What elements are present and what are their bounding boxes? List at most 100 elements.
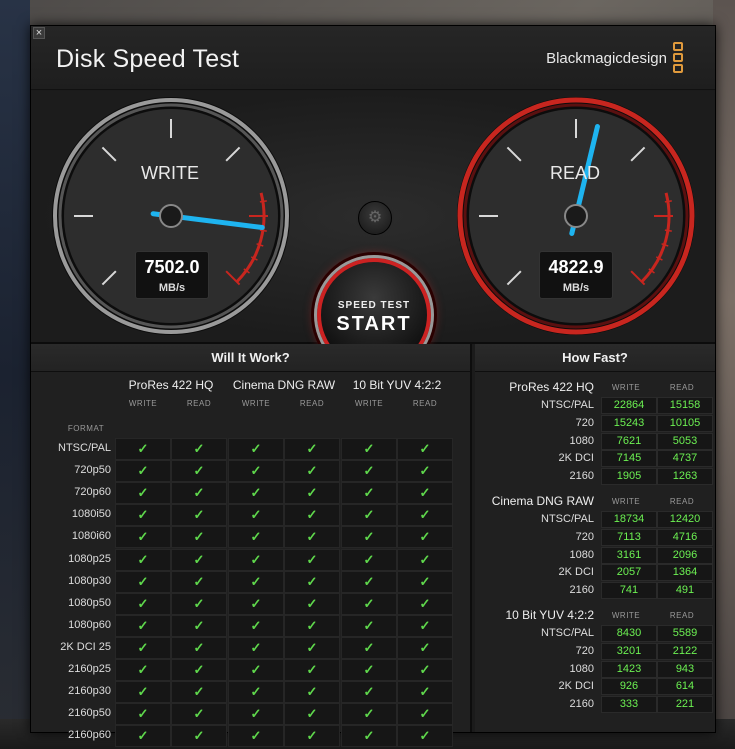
check-icon: ✓ [306,595,318,611]
read-fps-value: 2096 [672,548,698,561]
read-subheader: READ [669,383,695,392]
format-label: NTSC/PAL [58,442,111,454]
check-icon: ✓ [193,639,205,655]
read-gauge-label: READ [549,163,600,183]
check-icon: ✓ [137,617,149,633]
will-it-work-title: Will It Work? [31,344,470,372]
check-icon: ✓ [193,706,205,722]
check-icon: ✓ [250,485,262,501]
read-readout: 4822.9 MB/s [539,251,613,299]
check-icon: ✓ [419,573,431,589]
codec-header: 10 Bit YUV 4:2:2 [352,378,442,392]
codec-header: Cinema DNG RAW [232,378,336,392]
check-icon: ✓ [419,485,431,501]
write-fps-value: 22864 [613,399,645,411]
read-fps-value: 1364 [672,566,698,579]
check-icon: ✓ [250,463,262,479]
write-fps-value: 333 [619,698,639,711]
write-fps-value: 1905 [616,470,642,483]
check-icon: ✓ [137,529,149,545]
write-readout: 7502.0 MB/s [135,251,209,299]
format-label: 720p50 [74,464,111,477]
check-icon: ✓ [250,441,262,456]
check-icon: ✓ [137,573,149,589]
desktop-background-left [0,0,30,749]
read-fps-value: 491 [675,584,695,597]
read-fps-value: 221 [675,698,695,711]
check-icon: ✓ [137,728,149,744]
check-icon: ✓ [193,573,205,589]
write-gauge-label: WRITE [141,163,199,183]
write-fps-value: 1423 [616,662,642,675]
read-fps-value: 12420 [669,513,701,525]
format-label: 1080p30 [68,574,111,587]
format-label: 1080p25 [68,552,111,565]
check-icon: ✓ [306,728,318,744]
check-icon: ✓ [419,728,431,744]
check-icon: ✓ [306,639,318,655]
check-icon: ✓ [193,662,205,677]
format-label: 1080p50 [68,596,111,609]
write-fps-value: 3201 [616,644,642,657]
check-icon: ✓ [306,551,318,567]
write-speed-unit: MB/s [158,282,186,294]
brand-logo-icon [673,42,687,76]
check-icon: ✓ [250,573,262,589]
format-label: 2K DCI 25 [60,640,111,653]
check-icon: ✓ [306,706,318,722]
check-icon: ✓ [250,684,262,700]
format-label: 2160p30 [68,685,111,698]
check-icon: ✓ [193,684,205,700]
read-fps-value: 10105 [669,416,701,429]
check-icon: ✓ [419,551,431,567]
format-label: 720p60 [74,486,111,499]
read-fps-value: 1263 [672,470,698,483]
check-icon: ✓ [137,684,149,700]
check-icon: ✓ [306,662,318,677]
start-button-subtitle: SPEED TEST [337,300,411,311]
resolution-label: 1080 [569,662,594,675]
gauge-hub [564,204,588,228]
write-subheader: WRITE [354,399,384,408]
check-icon: ✓ [363,662,375,677]
check-icon: ✓ [137,662,149,677]
check-icon: ✓ [193,485,205,501]
resolution-label: NTSC/PAL [541,513,594,525]
check-icon: ✓ [306,463,318,479]
settings-button[interactable]: ⚙ [358,201,392,235]
read-fps-value: 2122 [672,644,698,657]
check-icon: ✓ [363,728,375,744]
format-label: 2160p50 [68,707,111,720]
close-button[interactable]: × [33,27,45,39]
write-fps-value: 7113 [617,530,641,543]
check-icon: ✓ [419,595,431,611]
write-fps-value: 18734 [613,513,645,525]
resolution-label: NTSC/PAL [541,627,594,639]
write-subheader: WRITE [611,497,641,506]
read-subheader: READ [669,611,695,620]
check-icon: ✓ [306,507,318,523]
write-subheader: WRITE [611,611,641,620]
check-icon: ✓ [137,507,149,523]
check-icon: ✓ [137,639,149,655]
check-icon: ✓ [363,529,375,545]
resolution-label: 720 [575,530,594,543]
write-fps-value: 8430 [616,627,642,639]
format-header: FORMAT [67,424,105,433]
read-fps-value: 5589 [672,627,698,639]
check-icon: ✓ [193,529,205,545]
gear-icon: ⚙ [367,209,383,226]
check-icon: ✓ [363,463,375,479]
will-it-work-panel: Will It Work? ProRes 422 HQ WRITE READ Cine… [31,344,472,748]
write-fps-value: 926 [619,680,639,693]
gauge-area: WRITE 7502.0 MB/s ⚙ SPEED TEST START REA… [31,91,715,375]
check-icon: ✓ [363,507,375,523]
check-icon: ✓ [363,441,375,456]
read-fps-value: 5053 [672,434,698,447]
write-fps-value: 7621 [616,434,642,447]
how-fast-panel: How Fast? ProRes 422 HQ WRITE READ NTSC/PAL… [475,344,715,732]
codec-header: ProRes 422 HQ [128,378,214,392]
check-icon: ✓ [306,441,318,456]
check-icon: ✓ [306,529,318,545]
check-icon: ✓ [419,617,431,633]
